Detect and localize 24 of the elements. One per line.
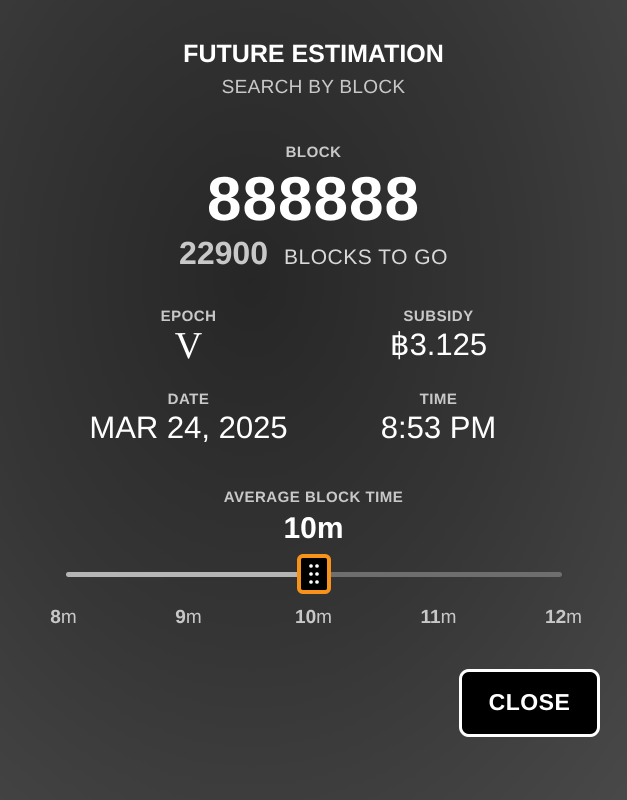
block-number: 888888 xyxy=(207,169,420,231)
blocks-to-go-label: BLOCKS TO GO xyxy=(284,246,448,270)
blocks-remaining: 22900 xyxy=(179,235,268,272)
average-block-time-value: 10m xyxy=(283,512,344,546)
stat-label: TIME xyxy=(420,391,458,408)
stat-label: EPOCH xyxy=(160,308,216,325)
dialog-title: FUTURE ESTIMATION xyxy=(183,40,444,69)
grip-icon xyxy=(306,562,320,586)
close-button[interactable]: CLOSE xyxy=(459,668,600,737)
stat-label: SUBSIDY xyxy=(403,308,474,325)
average-block-time-label: AVERAGE BLOCK TIME xyxy=(224,488,404,506)
tick-label: 9m xyxy=(174,606,203,629)
slider-handle[interactable] xyxy=(296,554,330,594)
stat-value: V xyxy=(174,329,202,364)
stat-label: DATE xyxy=(168,391,210,408)
stat-value: ฿3.125 xyxy=(390,329,488,362)
tick-label: 12m xyxy=(544,606,583,629)
tick-label: 10m xyxy=(294,606,333,629)
stat-value: MAR 24, 2025 xyxy=(89,412,288,445)
tick-label: 11m xyxy=(420,606,458,629)
stat-value: 8:53 PM xyxy=(380,412,496,445)
tick-label: 8m xyxy=(49,606,78,629)
block-label: BLOCK xyxy=(286,144,342,161)
dialog-subtitle: SEARCH BY BLOCK xyxy=(222,77,406,99)
